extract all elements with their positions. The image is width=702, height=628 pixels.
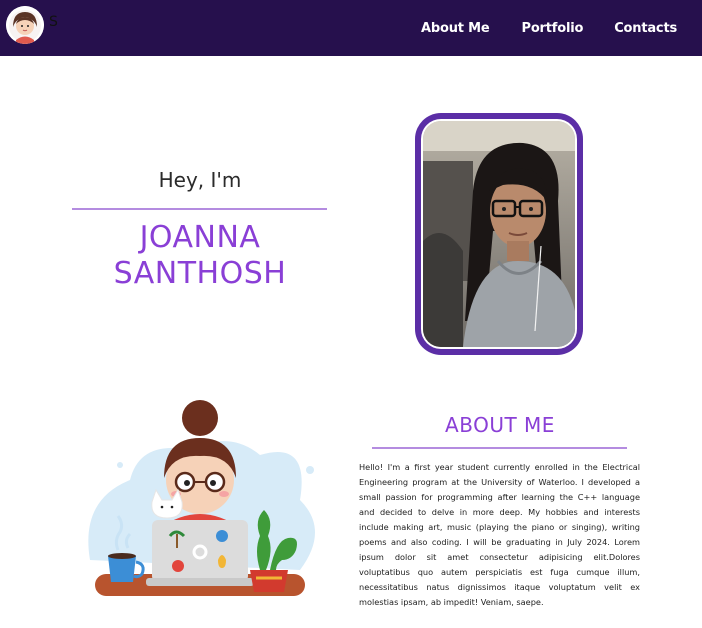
logo-text: S	[49, 14, 58, 30]
profile-photo-frame	[415, 113, 583, 355]
nav-links: About Me Portfolio Contacts	[421, 0, 702, 56]
hero-greeting: Hey, I'm	[158, 168, 242, 192]
girl-laptop-illustration	[60, 360, 340, 620]
about-title: ABOUT ME	[445, 413, 555, 437]
about-body: Hello! I'm a first year student currentl…	[359, 462, 640, 607]
avatar-logo-icon[interactable]	[6, 6, 44, 44]
about-divider	[372, 447, 627, 449]
hero-divider	[72, 208, 327, 210]
nav-link-portfolio[interactable]: Portfolio	[522, 21, 584, 36]
profile-photo	[423, 121, 575, 347]
top-navbar: S About Me Portfolio Contacts	[0, 0, 702, 56]
nav-link-contacts[interactable]: Contacts	[614, 21, 677, 36]
nav-link-about-me[interactable]: About Me	[421, 21, 490, 36]
hero-name: JOANNA SANTHOSH	[113, 220, 287, 291]
